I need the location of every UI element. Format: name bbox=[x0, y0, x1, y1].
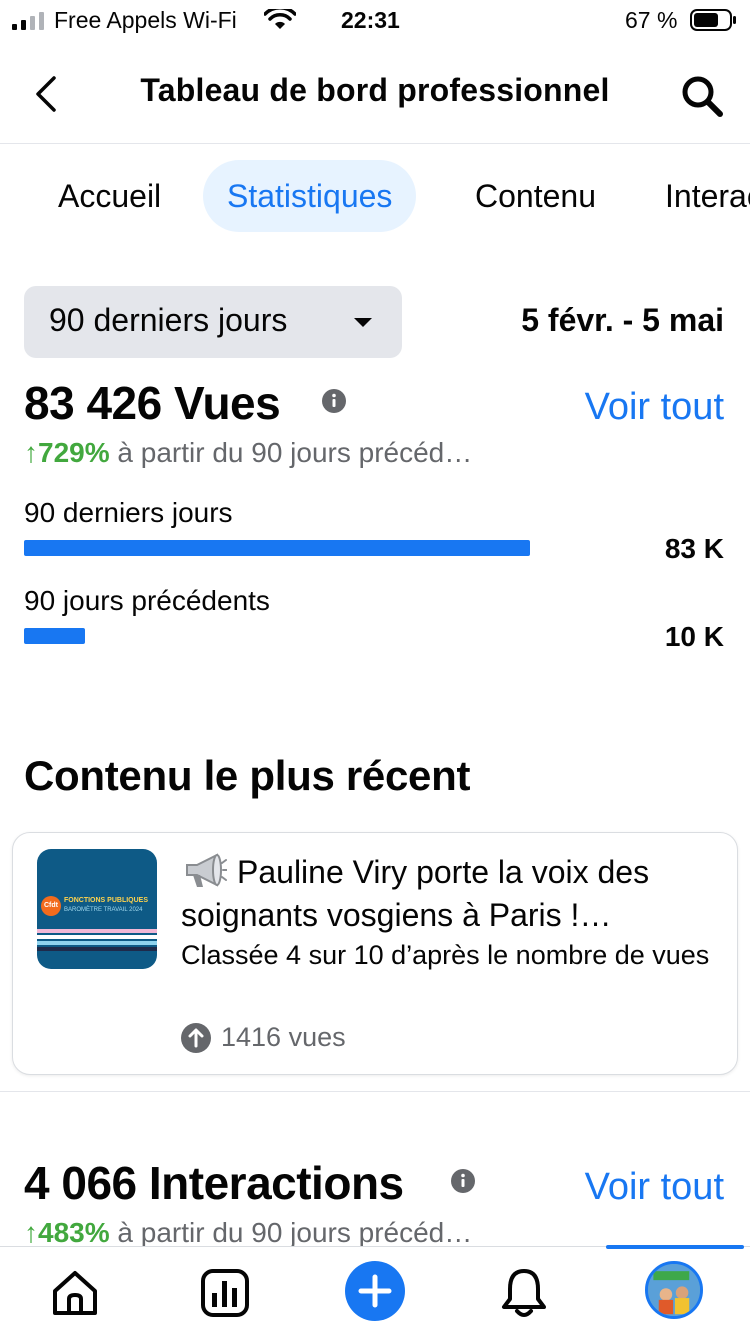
battery-percent: 67 % bbox=[625, 7, 678, 33]
carrier-name: Free Appels Wi-Fi bbox=[54, 7, 237, 33]
section-divider bbox=[0, 1091, 750, 1092]
recent-post-card[interactable]: Cfdt FONCTIONS PUBLIQUES BAROMÈTRE TRAVA… bbox=[12, 832, 738, 1075]
tab-home[interactable]: Accueil bbox=[34, 160, 185, 232]
interactions-delta-percent: ↑483% bbox=[24, 1217, 110, 1248]
thumbnail-stripe bbox=[37, 941, 157, 945]
signal-icon bbox=[12, 12, 44, 30]
caret-down-icon bbox=[354, 318, 372, 327]
views-delta-text: à partir du 90 jours précéd… bbox=[109, 437, 473, 468]
info-icon[interactable] bbox=[322, 389, 346, 413]
page-title: Tableau de bord professionnel bbox=[140, 72, 610, 108]
views-delta-percent: ↑729% bbox=[24, 437, 110, 468]
notifications-bell-icon[interactable] bbox=[494, 1263, 554, 1323]
battery-icon bbox=[690, 9, 736, 31]
top-header: Tableau de bord professionnel bbox=[0, 44, 750, 144]
recent-content-heading: Contenu le plus récent bbox=[24, 752, 471, 799]
interactions-delta-text: à partir du 90 jours précéd… bbox=[109, 1217, 473, 1248]
interactions-see-all-link[interactable]: Voir tout bbox=[585, 1166, 724, 1209]
tab-statistics[interactable]: Statistiques bbox=[203, 160, 417, 232]
insights-icon[interactable] bbox=[195, 1263, 255, 1323]
tab-content[interactable]: Contenu bbox=[451, 160, 620, 232]
thumbnail-logo: Cfdt bbox=[41, 896, 61, 916]
date-range-dropdown[interactable]: 90 derniers jours bbox=[24, 286, 402, 358]
arrow-up-circle-icon bbox=[181, 1023, 211, 1053]
tab-interactions[interactable]: Interactions bbox=[641, 160, 750, 232]
thumbnail-text-2: BAROMÈTRE TRAVAIL 2024 bbox=[64, 907, 143, 913]
bar-current bbox=[24, 540, 530, 556]
post-views-count: 1416 vues bbox=[221, 1022, 346, 1052]
views-title: 83 426 Vues bbox=[24, 377, 281, 429]
date-range-text: 5 févr. - 5 mai bbox=[521, 302, 724, 338]
profile-avatar[interactable] bbox=[645, 1261, 703, 1319]
date-range-label: 90 derniers jours bbox=[49, 302, 288, 338]
bar-value-current: 83 K bbox=[664, 533, 724, 564]
bar-value-previous: 10 K bbox=[664, 621, 724, 652]
home-icon[interactable] bbox=[45, 1263, 105, 1323]
thumbnail-stripe bbox=[37, 929, 157, 933]
search-icon[interactable] bbox=[680, 74, 724, 118]
bar-label-current: 90 derniers jours bbox=[24, 497, 233, 528]
bar-label-previous: 90 jours précédents bbox=[24, 585, 270, 616]
views-delta: ↑729% à partir du 90 jours précéd… bbox=[24, 437, 564, 469]
wifi-icon bbox=[264, 9, 296, 29]
create-plus-icon[interactable] bbox=[345, 1261, 405, 1321]
post-thumbnail: Cfdt FONCTIONS PUBLIQUES BAROMÈTRE TRAVA… bbox=[37, 849, 157, 969]
thumbnail-stripe bbox=[37, 947, 157, 951]
status-bar: Free Appels Wi-Fi 22:31 67 % bbox=[0, 0, 750, 44]
bar-fill-previous bbox=[24, 628, 85, 644]
bar-fill-current bbox=[24, 540, 530, 556]
clock-time: 22:31 bbox=[341, 7, 400, 33]
thumbnail-stripe bbox=[37, 935, 157, 939]
interactions-delta: ↑483% à partir du 90 jours précéd… bbox=[24, 1217, 564, 1249]
interactions-title: 4 066 Interactions bbox=[24, 1157, 404, 1209]
post-title: Pauline Viry porte la voix des soignants… bbox=[181, 854, 650, 933]
thumbnail-text-1: FONCTIONS PUBLIQUES bbox=[64, 897, 149, 904]
bar-previous bbox=[24, 628, 530, 644]
bottom-navigation bbox=[0, 1245, 750, 1334]
dashboard-tabs: Accueil Statistiques Contenu Interaction… bbox=[0, 160, 750, 232]
info-icon[interactable] bbox=[451, 1169, 475, 1193]
post-rank: Classée 4 sur 10 d’après le nombre de vu… bbox=[181, 940, 710, 970]
active-tab-indicator bbox=[606, 1245, 744, 1249]
views-see-all-link[interactable]: Voir tout bbox=[585, 386, 724, 429]
